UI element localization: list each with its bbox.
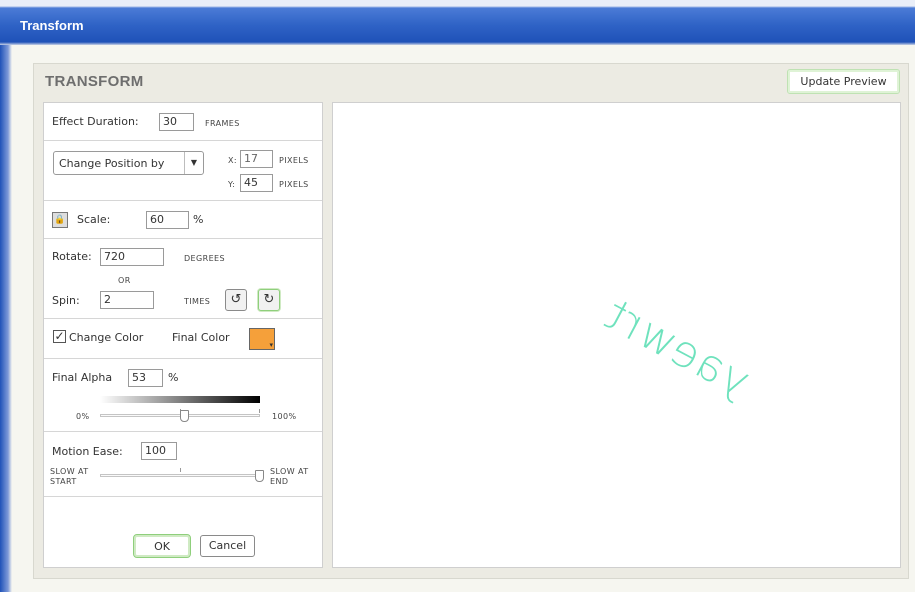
panel-heading: TRANSFORM: [45, 73, 144, 90]
final-alpha-unit: %: [168, 371, 179, 384]
ease-end-label-1: SLOW AT: [270, 467, 309, 476]
position-mode-value: Change Position by: [59, 157, 165, 170]
transform-panel: TRANSFORM Update Preview Effect Duration…: [33, 63, 909, 579]
position-x-label: X:: [228, 156, 237, 165]
position-mode-dropdown[interactable]: Change Position by ▼: [53, 151, 204, 175]
ok-button[interactable]: OK: [133, 534, 191, 558]
swatch-dropdown-icon: ▾: [269, 341, 273, 349]
update-preview-button[interactable]: Update Preview: [787, 69, 900, 94]
final-color-label: Final Color: [172, 331, 230, 344]
position-x-unit: PIXELS: [279, 156, 309, 165]
change-color-label: Change Color: [69, 331, 144, 344]
effect-duration-unit: FRAMES: [205, 119, 240, 128]
spin-unit: TIMES: [184, 297, 211, 306]
effect-duration-label: Effect Duration:: [52, 115, 139, 128]
scale-unit: %: [193, 213, 204, 226]
lock-icon[interactable]: 🔒: [52, 212, 68, 228]
cancel-button[interactable]: Cancel: [200, 535, 255, 557]
motion-ease-label: Motion Ease:: [52, 445, 123, 458]
position-section: Change Position by ▼ X: 17 PIXELS Y: 45 …: [44, 141, 322, 201]
ease-slider-track[interactable]: [100, 474, 260, 477]
final-color-swatch[interactable]: ▾: [249, 328, 275, 350]
window-title: Transform: [20, 18, 84, 33]
alpha-max-label: 100%: [272, 412, 297, 421]
ease-start-label-1: SLOW AT: [50, 467, 89, 476]
settings-column: Effect Duration: 30 FRAMES Change Positi…: [43, 102, 323, 568]
final-alpha-label: Final Alpha: [52, 371, 113, 384]
chevron-down-icon[interactable]: ▼: [184, 152, 203, 174]
motion-ease-input[interactable]: 100: [141, 442, 177, 460]
effect-duration-section: Effect Duration: 30 FRAMES: [44, 103, 322, 141]
window-left-border: [0, 45, 12, 592]
preview-text: yaewrt: [595, 288, 759, 408]
position-x-input[interactable]: 17: [240, 150, 273, 168]
ease-start-label-2: START: [50, 477, 77, 486]
change-color-checkbox[interactable]: ✓: [53, 330, 66, 343]
window-titlebar: Transform: [0, 0, 915, 45]
ease-section: Motion Ease: 100 SLOW AT START SLOW AT E…: [44, 432, 322, 497]
ease-slider-thumb[interactable]: [255, 470, 264, 482]
alpha-section: Final Alpha 53 % 0% 100%: [44, 359, 322, 432]
rotate-or-label: OR: [118, 276, 131, 285]
position-y-input[interactable]: 45: [240, 174, 273, 192]
ease-slider-tick: [180, 468, 181, 472]
alpha-gradient-bar: [100, 396, 260, 403]
rotate-ccw-icon[interactable]: ↺: [225, 289, 247, 311]
effect-duration-input[interactable]: 30: [159, 113, 194, 131]
alpha-slider-tick: [259, 409, 260, 413]
spin-label: Spin:: [52, 294, 80, 307]
alpha-min-label: 0%: [76, 412, 90, 421]
final-alpha-input[interactable]: 53: [128, 369, 163, 387]
color-section: ✓ Change Color Final Color ▾: [44, 319, 322, 359]
spin-input[interactable]: 2: [100, 291, 154, 309]
rotate-section: Rotate: 720 DEGREES OR Spin: 2 TIMES ↺ ↻: [44, 239, 322, 319]
ease-end-label-2: END: [270, 477, 289, 486]
preview-canvas: yaewrt: [332, 102, 901, 568]
position-y-label: Y:: [228, 180, 236, 189]
scale-input[interactable]: 60: [146, 211, 189, 229]
rotate-label: Rotate:: [52, 250, 92, 263]
rotate-input[interactable]: 720: [100, 248, 164, 266]
alpha-slider-thumb[interactable]: [179, 410, 189, 422]
scale-section: 🔒 Scale: 60 %: [44, 201, 322, 239]
position-y-unit: PIXELS: [279, 180, 309, 189]
rotate-unit: DEGREES: [184, 254, 225, 263]
rotate-cw-icon[interactable]: ↻: [258, 289, 280, 311]
scale-label: Scale:: [77, 213, 111, 226]
